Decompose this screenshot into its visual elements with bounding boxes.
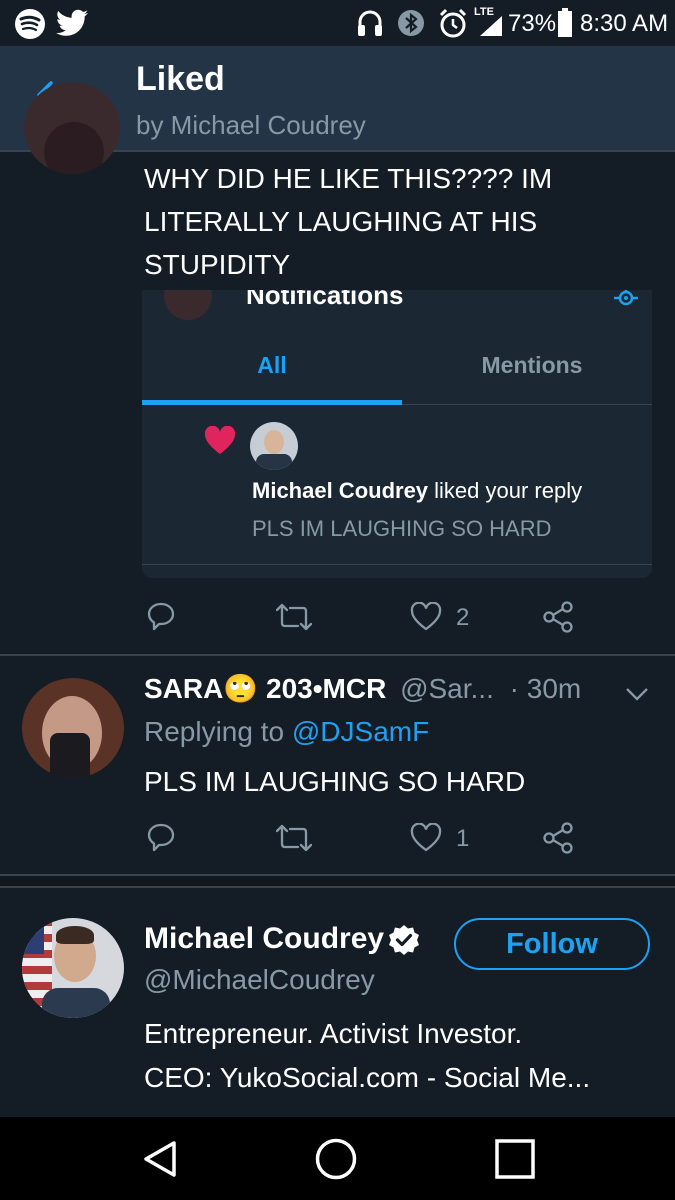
tab-all: All xyxy=(257,352,287,378)
system-nav-bar xyxy=(0,1117,675,1200)
eye-roll-emoji: 🙄 xyxy=(223,673,259,704)
chevron-down-icon[interactable] xyxy=(624,686,650,702)
avatar xyxy=(250,422,298,470)
active-tab-indicator xyxy=(142,400,402,405)
tweet-text-line: STUPIDITY xyxy=(144,249,291,280)
replying-to: Replying to @DJSamF xyxy=(144,716,429,748)
retweet-icon[interactable] xyxy=(276,824,312,852)
share-icon[interactable] xyxy=(542,822,574,854)
reply-icon[interactable] xyxy=(146,601,176,631)
profile-bio: Entrepreneur. Activist Investor. CEO: Yu… xyxy=(144,1012,590,1100)
tweet-text: WHY DID HE LIKE THIS???? IM LITERALLY LA… xyxy=(144,157,552,286)
tweet-text: PLS IM LAUGHING SO HARD xyxy=(144,766,526,797)
like-icon[interactable] xyxy=(410,823,442,853)
avatar xyxy=(164,290,212,320)
heart-filled-icon xyxy=(204,426,236,454)
page-title: Liked xyxy=(136,60,225,98)
user-profile-card[interactable]: Michael Coudrey Follow @MichaelCoudrey E… xyxy=(0,888,675,1117)
verified-badge-icon xyxy=(389,925,419,955)
user-name[interactable]: SARA xyxy=(144,673,223,704)
avatar[interactable] xyxy=(22,678,124,778)
tweet-reply[interactable]: SARA🙄 203•MCR @Sar... · 30m Replying to … xyxy=(0,656,675,874)
follow-button[interactable]: Follow xyxy=(454,918,650,970)
retweet-icon[interactable] xyxy=(276,603,312,631)
page-subtitle: by Michael Coudrey xyxy=(136,110,366,140)
user-handle[interactable]: @Sar... xyxy=(400,673,494,704)
alarm-clock-icon xyxy=(439,8,467,38)
replying-to-handle[interactable]: @DJSamF xyxy=(292,716,429,747)
tab-divider xyxy=(402,404,652,405)
battery-percent: 73% xyxy=(508,10,557,37)
avatar[interactable] xyxy=(22,918,124,1018)
profile-bio-line: Entrepreneur. Activist Investor. xyxy=(144,1018,523,1049)
notification-text: Michael Coudrey liked your reply xyxy=(252,478,582,504)
replying-to-label: Replying to xyxy=(144,716,292,747)
like-count: 2 xyxy=(456,604,470,631)
reply-icon[interactable] xyxy=(146,822,176,852)
signal-icon xyxy=(480,16,502,36)
tweet-media-screenshot[interactable]: Notifications All Mentions Michael Coudr… xyxy=(142,290,652,578)
tweet-timestamp: · 30m xyxy=(509,673,582,704)
embed-divider xyxy=(142,564,652,565)
notifications-title: Notifications xyxy=(246,290,404,310)
status-bar: LTE 73% 8:30 AM xyxy=(0,0,675,46)
like-icon[interactable] xyxy=(410,602,442,632)
notification-reply-text: PLS IM LAUGHING SO HARD xyxy=(252,516,552,541)
tweet-text-line: WHY DID HE LIKE THIS???? IM xyxy=(144,163,553,194)
settings-gear-icon xyxy=(614,290,638,306)
user-name-suffix: 203•MCR xyxy=(258,673,387,704)
profile-handle[interactable]: @MichaelCoudrey xyxy=(144,964,375,996)
back-triangle-icon[interactable] xyxy=(140,1139,180,1179)
spotify-icon xyxy=(15,9,45,39)
twitter-bird-icon xyxy=(56,9,88,36)
notification-action: liked your reply xyxy=(428,478,583,503)
avatar[interactable] xyxy=(24,82,120,174)
notification-user-name: Michael Coudrey xyxy=(252,478,429,503)
profile-bio-line: CEO: YukoSocial.com - Social Me... xyxy=(144,1062,591,1093)
tweet-header: SARA🙄 203•MCR @Sar... · 30m xyxy=(144,672,581,705)
clock-time: 8:30 AM xyxy=(580,10,669,37)
headphones-icon xyxy=(358,10,382,36)
tab-mentions: Mentions xyxy=(481,352,583,378)
recents-square-icon[interactable] xyxy=(494,1139,536,1179)
share-icon[interactable] xyxy=(542,601,574,633)
battery-icon xyxy=(558,8,572,37)
like-count: 1 xyxy=(456,825,470,852)
tweet-liked[interactable]: WHY DID HE LIKE THIS???? IM LITERALLY LA… xyxy=(0,82,675,654)
profile-name[interactable]: Michael Coudrey xyxy=(144,922,384,956)
home-circle-icon[interactable] xyxy=(314,1137,358,1181)
tweet-text-line: LITERALLY LAUGHING AT HIS xyxy=(144,206,538,237)
section-spacer xyxy=(0,876,675,886)
bluetooth-icon xyxy=(398,10,424,36)
